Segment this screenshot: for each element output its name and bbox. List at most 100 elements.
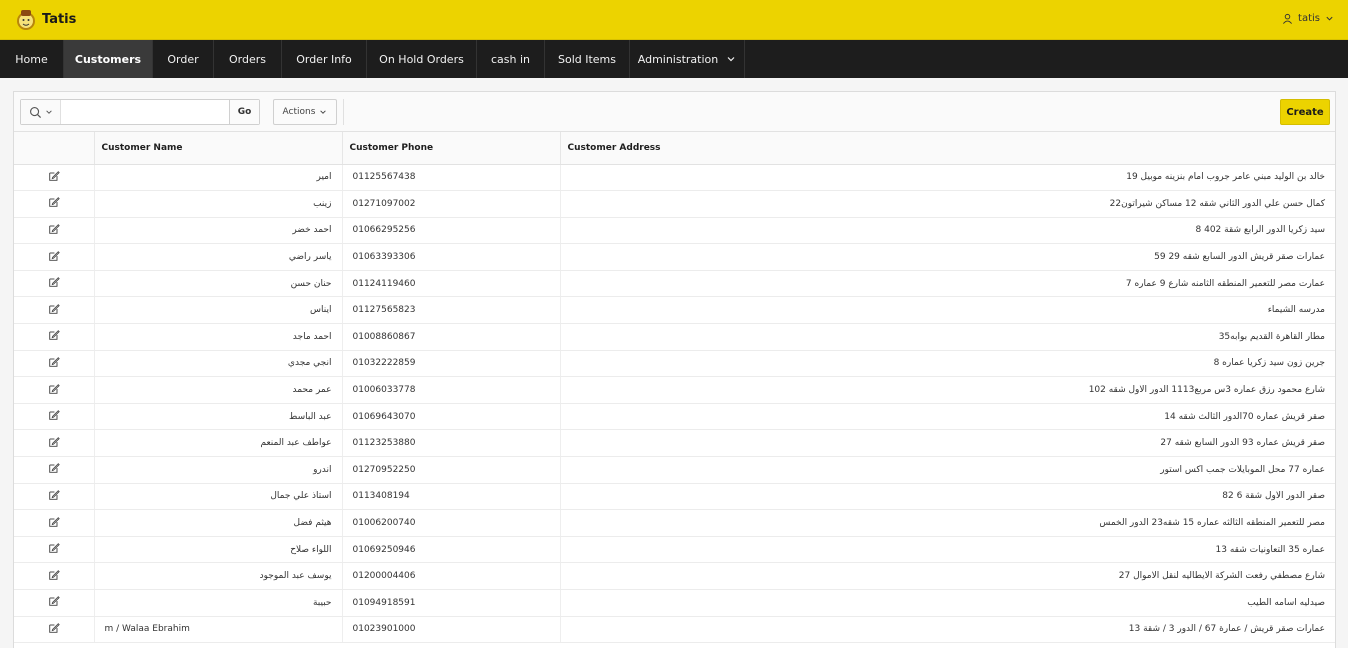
- nav-sold-items[interactable]: Sold Items: [545, 40, 630, 78]
- user-menu[interactable]: tatis: [1282, 13, 1334, 24]
- customer-phone-cell: 01006033778: [342, 376, 561, 404]
- table-row: حبيبة 01094918591 صيدليه اسامه الطيب: [14, 589, 1335, 617]
- customer-address-cell: كمال حسن علي الدور الثاني شقه 12 مساكن ش…: [560, 190, 1335, 218]
- customer-address-cell: صيدليه اسامه الطيب: [560, 589, 1335, 617]
- edit-cell: [14, 190, 95, 218]
- customer-phone-cell: 01032222859: [342, 350, 561, 378]
- customer-name-cell: استاذ علي جمال: [94, 483, 343, 511]
- app-title[interactable]: Tatis: [42, 12, 76, 27]
- nav-administration[interactable]: Administration: [630, 40, 745, 78]
- customer-name-cell: انجي مجدي: [94, 350, 343, 378]
- customer-phone-cell: 0113408194: [342, 483, 561, 511]
- edit-icon: [48, 463, 60, 474]
- customer-phone-cell: 01125567438: [342, 164, 561, 192]
- edit-cell: [14, 323, 95, 351]
- customer-address-cell: جرين زون سيد زكريا عماره 8: [560, 350, 1335, 378]
- edit-row-link[interactable]: [48, 170, 60, 182]
- nav-cash-in[interactable]: cash in: [477, 40, 545, 78]
- customer-name-cell: حنان حسن: [94, 270, 343, 298]
- customer-phone-cell: 01094918591: [342, 589, 561, 617]
- nav-on-hold-orders[interactable]: On Hold Orders: [367, 40, 477, 78]
- edit-cell: [14, 562, 95, 590]
- customer-phone-cell: 01127565823: [342, 296, 561, 325]
- edit-cell: [14, 509, 95, 537]
- edit-row-link[interactable]: [48, 569, 60, 581]
- edit-row-link[interactable]: [48, 329, 60, 341]
- table-row: عمر محمد 01006033778 شارع محمود رزق عماره …: [14, 376, 1335, 404]
- customer-phone-cell: 01063393306: [342, 243, 561, 271]
- edit-row-link[interactable]: [48, 223, 60, 235]
- customer-name-cell: يوسف عبد الموجود: [94, 562, 343, 590]
- nav-order-info[interactable]: Order Info: [282, 40, 367, 78]
- table-row: امير 01125567438 خالد بن الوليد مبني عامر …: [14, 164, 1335, 192]
- column-header-customer-address[interactable]: Customer Address: [560, 132, 1335, 165]
- search-column-menu[interactable]: [21, 100, 61, 124]
- edit-cell: [14, 403, 95, 431]
- customer-phone-cell: 01023901000: [342, 616, 561, 644]
- nav-customers[interactable]: Customers: [64, 40, 153, 78]
- customers-table: Customer Name Customer Phone Customer Ad…: [14, 132, 1335, 644]
- edit-cell: [14, 270, 95, 298]
- customer-name-cell: حبيبة: [94, 589, 343, 617]
- customer-name-cell: زينب: [94, 190, 343, 218]
- table-body: امير 01125567438 خالد بن الوليد مبني عامر …: [14, 164, 1335, 644]
- table-row: m / Walaa Ebrahim 01023901000 عمارات صقر ق…: [14, 616, 1335, 644]
- edit-row-link[interactable]: [48, 196, 60, 208]
- edit-icon: [48, 516, 60, 527]
- customer-address-cell: عمارت مصر للتعمير المنطقه الثامنه شارع 9…: [560, 270, 1335, 298]
- edit-icon: [48, 596, 60, 607]
- edit-cell: [14, 243, 95, 271]
- edit-row-link[interactable]: [48, 516, 60, 528]
- column-header-customer-phone[interactable]: Customer Phone: [342, 132, 561, 165]
- table-row: احمد خضر 01066295256 سيد زكريا الدور الراب…: [14, 217, 1335, 245]
- customer-name-cell: m / Walaa Ebrahim: [94, 616, 343, 644]
- edit-column-header: [14, 132, 95, 165]
- edit-row-link[interactable]: [48, 409, 60, 421]
- report-toolbar: Go Actions Create: [14, 92, 1335, 132]
- customer-name-cell: عبد الباسط: [94, 403, 343, 431]
- create-button[interactable]: Create: [1280, 99, 1330, 125]
- edit-cell: [14, 429, 95, 458]
- customer-name-cell: احمد خضر: [94, 217, 343, 245]
- edit-row-link[interactable]: [48, 595, 60, 607]
- edit-icon: [48, 303, 60, 314]
- column-header-customer-name[interactable]: Customer Name: [94, 132, 343, 165]
- edit-row-link[interactable]: [48, 489, 60, 501]
- nav-orders[interactable]: Orders: [214, 40, 282, 78]
- edit-row-link[interactable]: [48, 303, 60, 315]
- edit-cell: [14, 483, 95, 511]
- actions-menu-button[interactable]: Actions: [273, 99, 337, 125]
- customer-address-cell: مطار القاهرة القديم بوابه35: [560, 323, 1335, 351]
- edit-row-link[interactable]: [48, 276, 60, 288]
- chevron-down-icon: [320, 110, 327, 114]
- table-row: ايناس 01127565823 مدرسه الشيماء: [14, 296, 1335, 325]
- edit-row-link[interactable]: [48, 542, 60, 554]
- search-input[interactable]: [61, 100, 229, 124]
- edit-row-link[interactable]: [48, 462, 60, 474]
- edit-row-link[interactable]: [48, 250, 60, 262]
- edit-row-link[interactable]: [48, 383, 60, 395]
- edit-cell: [14, 616, 95, 644]
- customer-address-cell: صقر قريش عماره 93 الدور السابع شقه 27: [560, 429, 1335, 458]
- table-row: زينب 01271097002 كمال حسن علي الدور الثاني…: [14, 190, 1335, 218]
- edit-icon: [48, 224, 60, 234]
- edit-row-link[interactable]: [48, 622, 60, 634]
- search-bar: Go: [20, 99, 260, 125]
- edit-icon: [48, 330, 60, 341]
- edit-icon: [48, 357, 60, 367]
- edit-icon: [48, 383, 60, 394]
- edit-row-link[interactable]: [48, 436, 60, 448]
- nav-order[interactable]: Order: [153, 40, 214, 78]
- nav-home[interactable]: Home: [0, 40, 64, 78]
- customer-address-cell: عمارات صقر قريش الدور السابع شقه 29 59: [560, 243, 1335, 271]
- user-icon: [1283, 13, 1293, 24]
- chevron-down-icon: [45, 110, 52, 114]
- table-row: عواطف عبد المنعم 01123253880 صقر قريش عمار…: [14, 429, 1335, 458]
- table-row: يوسف عبد الموجود 01200004406 شارع مصطفي رف…: [14, 562, 1335, 590]
- logo-icon[interactable]: [15, 8, 37, 32]
- top-bar: Tatis tatis: [0, 0, 1348, 40]
- customer-address-cell: عمارات صقر قريش / عمارة 67 / الدور 3 / ش…: [560, 616, 1335, 644]
- edit-cell: [14, 589, 95, 617]
- edit-row-link[interactable]: [48, 356, 60, 368]
- go-button[interactable]: Go: [229, 100, 259, 124]
